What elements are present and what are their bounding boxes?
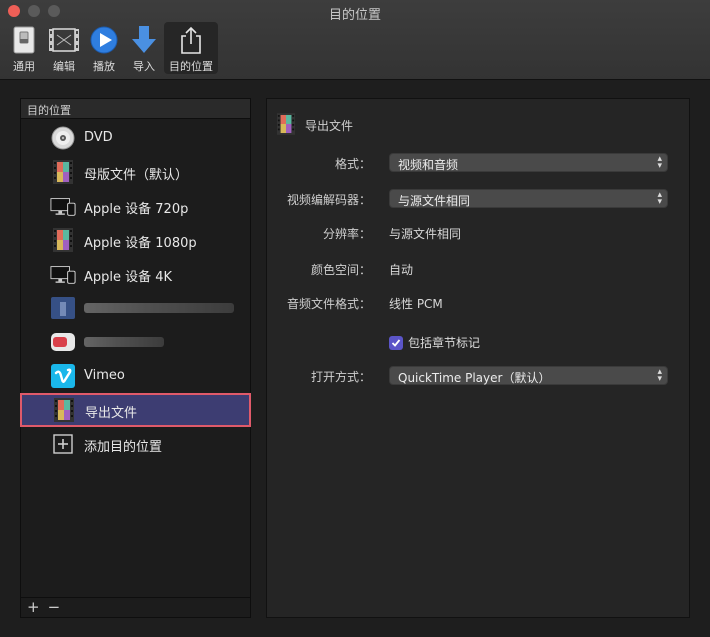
tab-import[interactable]: 导入 [124,22,164,74]
codec-select[interactable]: 与源文件相同 ▴ ▾ [389,189,668,208]
play-icon [87,24,121,56]
add-box-icon [50,432,76,456]
apple-devices-icon [50,262,76,286]
chapter-markers-checkbox[interactable]: 包括章节标记 [389,334,480,351]
open-with-label: 打开方式： [310,370,371,384]
sidebar-item-youtube[interactable] [21,325,250,359]
chevron-updown-icon: ▴ ▾ [657,190,662,207]
open-with-select[interactable]: QuickTime Player（默认） ▴ ▾ [389,366,668,385]
share-icon [174,24,208,56]
sidebar-item-label: 导出文件 [85,406,138,421]
dvd-disc-icon [50,126,76,150]
film-file-icon [50,160,76,184]
tab-editing[interactable]: 编辑 [44,22,84,74]
preferences-toolbar: 通用 编辑 播放 导入 目的位置 [4,22,218,74]
codec-value: 与源文件相同 [398,194,471,208]
sidebar-item-apple-4k[interactable]: Apple 设备 4K [21,257,250,291]
facebook-icon [50,296,76,320]
sidebar-item-apple-1080p[interactable]: Apple 设备 1080p [21,223,250,257]
add-destination-button[interactable]: + [27,600,40,615]
audio-format-label: 音频文件格式： [286,297,371,311]
checkmark-icon [389,335,403,350]
tab-playback[interactable]: 播放 [84,22,124,74]
sidebar-item-export-file[interactable]: 导出文件 [20,393,251,427]
tab-import-label: 导入 [133,60,155,73]
film-file-icon [50,228,76,252]
resolution-label: 分辨率： [322,227,371,241]
chapter-markers-label: 包括章节标记 [408,336,481,350]
tab-general[interactable]: 通用 [4,22,44,74]
tab-destinations-label: 目的位置 [169,60,213,73]
remove-destination-button[interactable]: − [48,600,61,615]
blurred-label [84,337,164,347]
vimeo-icon [50,364,76,388]
sidebar-item-label: Vimeo [84,368,125,383]
sidebar-item-label: 母版文件（默认） [84,168,189,183]
youtube-icon [50,330,76,354]
sidebar-item-label: 添加目的位置 [84,440,163,455]
sidebar-item-facebook[interactable] [21,291,250,325]
sidebar-item-apple-720p[interactable]: Apple 设备 720p [21,189,250,223]
tab-editing-label: 编辑 [53,60,75,73]
format-select[interactable]: 视频和音频 ▴ ▾ [389,153,668,172]
chevron-updown-icon: ▴ ▾ [657,367,662,384]
destinations-sidebar: 目的位置 DVD 母版文件（默认） Apple 设备 720p Apple 设备… [20,98,251,618]
colorspace-value: 自动 [389,263,414,277]
sidebar-item-label: Apple 设备 720p [84,202,189,217]
title-bar: 目的位置 通用 编辑 播放 导入 目的位置 [0,0,710,80]
blurred-label [84,303,234,313]
open-with-value: QuickTime Player（默认） [398,371,551,385]
sidebar-header: 目的位置 [21,99,250,119]
tab-general-label: 通用 [13,60,35,73]
download-arrow-icon [127,24,161,56]
panel-title: 导出文件 [305,119,354,133]
window-title: 目的位置 [328,8,381,23]
sidebar-item-label: Apple 设备 1080p [84,236,197,251]
sidebar-item-add-destination[interactable]: 添加目的位置 [21,427,250,461]
film-strip-icon [47,24,81,56]
apple-devices-icon [50,194,76,218]
tab-destinations[interactable]: 目的位置 [164,22,218,74]
panel-header: 导出文件 [277,113,353,138]
tab-playback-label: 播放 [93,60,115,73]
format-label: 格式： [334,157,371,171]
codec-label: 视频编解码器： [286,193,371,207]
sidebar-item-label: DVD [84,130,113,145]
format-value: 视频和音频 [398,158,459,172]
sidebar-item-master-file[interactable]: 母版文件（默认） [21,155,250,189]
sidebar-item-vimeo[interactable]: Vimeo [21,359,250,393]
film-file-icon [277,113,295,138]
resolution-value: 与源文件相同 [389,227,462,241]
film-file-icon [51,398,77,422]
sidebar-item-label: Apple 设备 4K [84,270,173,285]
audio-format-value: 线性 PCM [389,297,443,311]
chevron-updown-icon: ▴ ▾ [657,154,662,171]
destination-settings-panel: 导出文件 格式： 视频和音频 ▴ ▾ 视频编解码器： 与源文件相同 ▴ ▾ 分辨率：… [266,98,690,618]
switch-icon [7,24,41,56]
sidebar-item-dvd[interactable]: DVD [21,121,250,155]
sidebar-footer: + − [21,597,250,617]
colorspace-label: 颜色空间： [310,263,371,277]
